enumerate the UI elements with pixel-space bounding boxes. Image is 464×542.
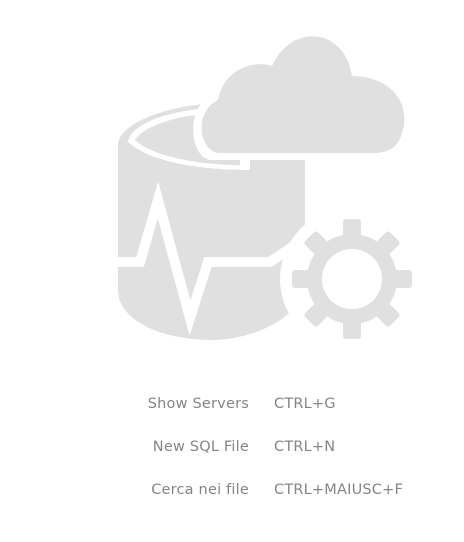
shortcut-keys: CTRL+G <box>274 396 336 412</box>
shortcut-row-show-servers: Show Servers CTRL+G <box>0 396 464 420</box>
shortcut-label: New SQL File <box>152 439 249 455</box>
shortcut-label: Cerca nei file <box>151 482 249 498</box>
shortcut-keys: CTRL+MAIUSC+F <box>274 482 404 498</box>
gear-icon <box>280 207 424 351</box>
shortcut-keys: CTRL+N <box>274 439 336 455</box>
database-cloud-gear-icon <box>118 28 424 351</box>
shortcut-row-new-sql-file: New SQL File CTRL+N <box>0 439 464 463</box>
watermark-logo <box>0 0 464 360</box>
cloud-icon <box>193 28 411 161</box>
shortcut-row-find-in-files: Cerca nei file CTRL+MAIUSC+F <box>0 482 464 506</box>
shortcut-label: Show Servers <box>147 396 249 412</box>
